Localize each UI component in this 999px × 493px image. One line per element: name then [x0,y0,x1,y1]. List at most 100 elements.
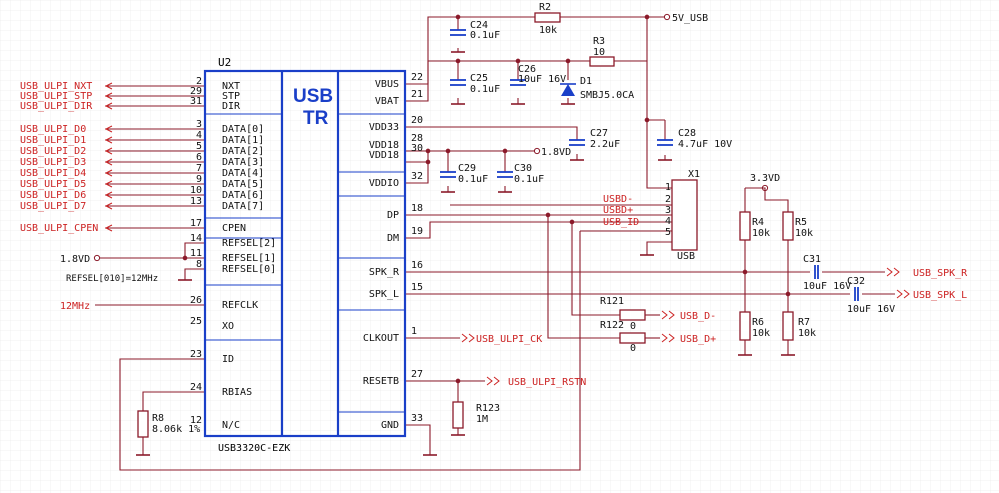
r7-value: 10k [798,328,816,339]
net-label-left: USB_ULPI_DIR [20,101,93,112]
pin-num-left: 31 [190,96,202,107]
pin-name-left: REFSEL[2] [222,238,276,249]
net-usbd-minus: USBD- [603,194,633,205]
c31-ref: C31 [803,254,821,265]
net-label-left: USB_ULPI_D5 [20,179,86,190]
r122-value: 0 [630,343,636,354]
pin-name-right: VDD18 [369,150,399,161]
resistor-r7 [782,311,794,341]
resistor-r8 [137,410,149,438]
c30-ref: C30 [514,163,532,174]
r121-value: 0 [630,321,636,332]
pin-name-left: DATA[2] [222,146,264,157]
resistor-r2 [534,12,561,23]
pin-num-left: 23 [190,349,202,360]
x1-value: USB [677,251,695,262]
x1-pin-5: 5 [665,227,671,238]
pin-name-right: GND [381,420,399,431]
c31-value: 10uF 16V [803,281,851,292]
pin-name-left: DATA[4] [222,168,264,179]
pin-name-left: RBIAS [222,387,252,398]
net-usb-spk-l: USB_SPK_L [913,290,967,301]
c27-ref: C27 [590,128,608,139]
net-label-left: USB_ULPI_D3 [20,157,86,168]
r123-ref: R123 [476,403,500,414]
c24-value: 0.1uF [470,30,500,41]
pin-name-left: CPEN [222,223,246,234]
net-label-left: USB_ULPI_D7 [20,201,86,212]
c28-ref: C28 [678,128,696,139]
pin-num-left: 3 [196,119,202,130]
r4-ref: R4 [752,217,764,228]
net-label-left: USB_ULPI_D1 [20,135,86,146]
r123-value: 1M [476,414,488,425]
pin-num-left: 14 [190,233,202,244]
r122-ref: R122 [600,320,624,331]
x1-pin-3: 3 [665,205,671,216]
r8-value: 8.06k 1% [152,424,200,435]
pin-name-left: ID [222,354,234,365]
pin-num-left: 25 [190,316,202,327]
r6-ref: R6 [752,317,764,328]
pin-name-left: DATA[3] [222,157,264,168]
r121-ref: R121 [600,296,624,307]
pin-name-left: DATA[1] [222,135,264,146]
pin-num-left: 6 [196,152,202,163]
chip-title-1: USB [293,86,333,107]
pin-num-left: 5 [196,141,202,152]
x1-pin-1: 1 [665,182,671,193]
pin-name-right: VBUS [375,79,399,90]
net-label-left: USB_ULPI_CPEN [20,223,98,234]
label-1-8vd-right: 1.8VD [541,147,571,158]
c25-ref: C25 [470,73,488,84]
net-usb-d-plus: USB_D+ [680,334,716,345]
pin-name-right: SPK_L [369,289,399,300]
resistor-r3 [589,56,615,67]
pin-name-right: DM [387,233,399,244]
c29-value: 0.1uF [458,174,488,185]
c25-value: 0.1uF [470,84,500,95]
resistor-r123 [452,401,464,429]
pin-num-right: 1 [411,326,417,337]
pin-num-left: 4 [196,130,202,141]
resistor-r5 [782,211,794,241]
pin-num-left: 9 [196,174,202,185]
net-label-left: USB_ULPI_D2 [20,146,86,157]
pin-name-right: VBAT [375,96,399,107]
pin-name-right: RESETB [363,376,399,387]
r7-ref: R7 [798,317,810,328]
pin-num-left: 7 [196,163,202,174]
resistor-r121 [619,309,646,321]
pin-num-right: 30 [411,143,423,154]
c29-ref: C29 [458,163,476,174]
net-usb-ulpi-rstn: USB_ULPI_RSTN [508,377,586,388]
net-usb-ulpi-ck: USB_ULPI_CK [476,334,542,345]
r3-value: 10 [593,47,605,58]
pin-num-right: 21 [411,89,423,100]
pin-num-right: 15 [411,282,423,293]
label-refsel-note: REFSEL[010]=12MHz [66,274,158,284]
x1-pin-2: 2 [665,194,671,205]
c32-value: 10uF 16V [847,304,895,315]
r4-value: 10k [752,228,770,239]
pin-name-left: DATA[7] [222,201,264,212]
pin-name-left: DATA[5] [222,179,264,190]
x1-ref: X1 [688,169,700,180]
label-1-8vd-left: 1.8VD [60,254,90,265]
resistor-r6 [739,311,751,341]
chip-title-2: TR [303,108,329,129]
pin-num-left: 24 [190,382,202,393]
r2-ref: R2 [539,2,551,13]
c26-value: 10uF 16V [518,74,566,85]
pin-num-right: 16 [411,260,423,271]
pin-name-right: SPK_R [369,267,400,278]
r5-value: 10k [795,228,813,239]
pin-name-right: VDDIO [369,178,399,189]
pin-num-right: 19 [411,226,423,237]
label-3-3vd: 3.3VD [750,173,780,184]
pin-num-right: 18 [411,203,423,214]
c32-ref: C32 [847,276,865,287]
r2-value: 10k [539,25,557,36]
schematic: U2 USB3320C-EZK USB TR 2 NXT29 STP31 DIR3 DA… [0,0,999,493]
pin-name-right: DP [387,210,399,221]
